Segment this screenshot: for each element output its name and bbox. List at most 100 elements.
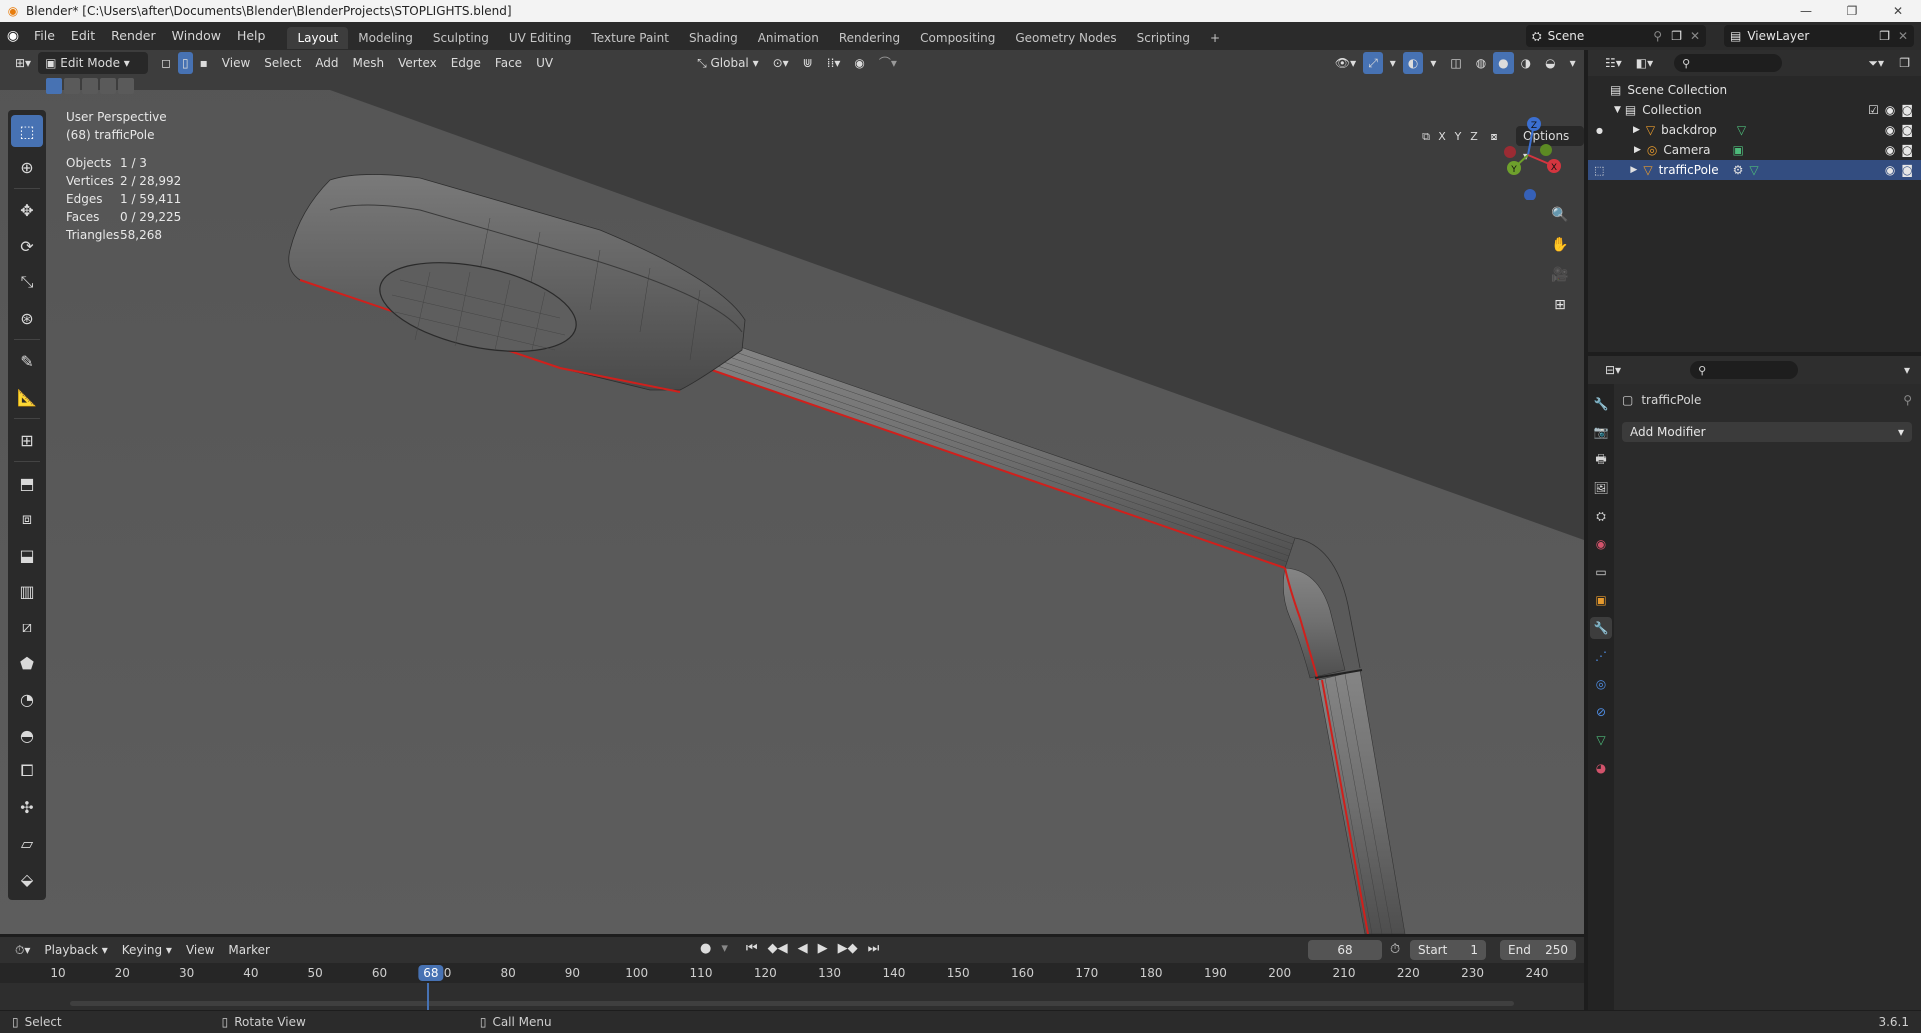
expand-arrow-icon[interactable]: ▼ bbox=[1614, 105, 1621, 115]
inset-tool-icon[interactable]: ⧈ bbox=[11, 503, 43, 535]
transform-orientation[interactable]: ⤡ Global ▾ bbox=[690, 52, 766, 74]
tab-modeling[interactable]: Modeling bbox=[348, 27, 423, 49]
solid-shading-icon[interactable]: ● bbox=[1493, 52, 1514, 74]
camera-render-icon[interactable]: ◙ bbox=[1901, 143, 1913, 157]
gizmo-toggle-icon[interactable]: ⤢ bbox=[1363, 52, 1383, 74]
delete-view-layer-icon[interactable]: ✕ bbox=[1898, 29, 1908, 43]
new-view-layer-icon[interactable]: ❐ bbox=[1879, 29, 1890, 43]
collection-tab-icon[interactable]: ▭ bbox=[1590, 561, 1612, 583]
select-extend-icon[interactable] bbox=[64, 78, 80, 94]
rotate-tool-icon[interactable]: ⟳ bbox=[11, 230, 43, 262]
eye-icon[interactable]: ◉ bbox=[1885, 103, 1895, 117]
camera-render-icon[interactable]: ◙ bbox=[1901, 163, 1913, 177]
timeline-ruler[interactable]: 10 20 30 40 50 60 70 80 90 100 110 120 130 140 150 160 1… bbox=[0, 963, 1584, 983]
eye-icon[interactable]: ◉ bbox=[1885, 163, 1895, 177]
outliner-scene-collection[interactable]: ▤ Scene Collection bbox=[1588, 80, 1921, 100]
face-select-icon[interactable]: ▪ bbox=[193, 52, 215, 74]
annotate-tool-icon[interactable]: ✎ bbox=[11, 345, 43, 377]
prev-keyframe-icon[interactable]: ◆◀ bbox=[768, 941, 788, 956]
add-cube-tool-icon[interactable]: ⊞ bbox=[11, 424, 43, 456]
cursor-tool-icon[interactable]: ⊕ bbox=[11, 151, 43, 183]
axis-y-toggle[interactable]: Y bbox=[1450, 130, 1466, 144]
tab-scripting[interactable]: Scripting bbox=[1127, 27, 1200, 49]
menu-marker[interactable]: Marker bbox=[221, 939, 276, 961]
camera-view-icon[interactable]: 🎥 bbox=[1546, 261, 1574, 289]
menu-window[interactable]: Window bbox=[164, 22, 229, 50]
modifiers-tab-icon[interactable]: 🔧 bbox=[1590, 617, 1612, 639]
exclude-checkbox-icon[interactable]: ☑ bbox=[1868, 103, 1879, 117]
visibility-icon[interactable]: 👁▾ bbox=[1328, 52, 1363, 74]
axis-z-toggle[interactable]: Z bbox=[1466, 130, 1482, 144]
poly-build-tool-icon[interactable]: ⬟ bbox=[11, 647, 43, 679]
outliner-item-camera[interactable]: ▶ ◎ Camera ▣ ◉ ◙ bbox=[1588, 140, 1921, 160]
menu-add[interactable]: Add bbox=[308, 52, 345, 74]
gizmo-menu-icon[interactable]: ▾ bbox=[1383, 52, 1403, 74]
outliner-editor-type-icon[interactable]: ☷▾ bbox=[1598, 52, 1629, 74]
menu-uv[interactable]: UV bbox=[529, 52, 560, 74]
loop-cut-tool-icon[interactable]: ▥ bbox=[11, 575, 43, 607]
properties-options-icon[interactable]: ▾ bbox=[1897, 359, 1917, 381]
rip-tool-icon[interactable]: ⬙ bbox=[11, 863, 43, 895]
transform-tool-icon[interactable]: ⊛ bbox=[11, 302, 43, 334]
spin-tool-icon[interactable]: ◔ bbox=[11, 683, 43, 715]
mode-selector[interactable]: ▣ Edit Mode ▾ bbox=[38, 52, 149, 74]
particles-tab-icon[interactable]: ⋰ bbox=[1590, 645, 1612, 667]
pivot-point-icon[interactable]: ⊙▾ bbox=[766, 52, 796, 74]
shrink-fatten-tool-icon[interactable]: ✣ bbox=[11, 791, 43, 823]
start-frame-field[interactable]: Start 1 bbox=[1410, 940, 1486, 960]
menu-face[interactable]: Face bbox=[488, 52, 529, 74]
tab-geometry-nodes[interactable]: Geometry Nodes bbox=[1005, 27, 1126, 49]
play-icon[interactable]: ▶ bbox=[818, 941, 828, 956]
tab-compositing[interactable]: Compositing bbox=[910, 27, 1005, 49]
jump-end-icon[interactable]: ⏭ bbox=[868, 941, 880, 956]
smooth-tool-icon[interactable]: ◓ bbox=[11, 719, 43, 751]
proportional-edit-icon[interactable]: ◉ bbox=[847, 52, 871, 74]
stopwatch-icon[interactable]: ⏱ bbox=[1390, 942, 1400, 957]
expand-arrow-icon[interactable]: ▶ bbox=[1634, 145, 1641, 155]
restore-button[interactable]: ❐ bbox=[1829, 0, 1875, 22]
keying-menu-icon[interactable]: ▾ bbox=[721, 941, 728, 956]
auto-key-icon[interactable]: ● bbox=[700, 941, 711, 956]
shading-menu-icon[interactable]: ▾ bbox=[1563, 52, 1583, 74]
select-new-icon[interactable] bbox=[46, 78, 62, 94]
pin-icon[interactable]: ⚲ bbox=[1903, 393, 1912, 407]
mirror-icon[interactable]: ⧉ bbox=[1418, 130, 1434, 144]
3d-viewport[interactable]: ⊞▾ ▣ Edit Mode ▾ ◻ ▯ ▪ View Select Add M… bbox=[0, 50, 1584, 934]
physics-tab-icon[interactable]: ◎ bbox=[1590, 673, 1612, 695]
tab-animation[interactable]: Animation bbox=[748, 27, 829, 49]
gizmo-neg-z-handle[interactable] bbox=[1524, 189, 1536, 200]
knife-tool-icon[interactable]: ⧄ bbox=[11, 611, 43, 643]
tab-rendering[interactable]: Rendering bbox=[829, 27, 910, 49]
new-scene-icon[interactable]: ❐ bbox=[1671, 29, 1682, 43]
timeline-track[interactable] bbox=[0, 983, 1584, 1010]
edge-select-icon[interactable]: ▯ bbox=[178, 52, 193, 74]
object-tab-icon[interactable]: ▣ bbox=[1590, 589, 1612, 611]
expand-arrow-icon[interactable]: ▶ bbox=[1630, 165, 1637, 175]
expand-arrow-icon[interactable]: ▶ bbox=[1633, 125, 1640, 135]
snap-icon[interactable]: ⋓ bbox=[796, 52, 820, 74]
ortho-grid-icon[interactable]: ⊞ bbox=[1546, 291, 1574, 319]
play-reverse-icon[interactable]: ◀ bbox=[798, 941, 808, 956]
material-shading-icon[interactable]: ◑ bbox=[1514, 52, 1538, 74]
timeline-scrollbar[interactable] bbox=[70, 1001, 1514, 1006]
shear-tool-icon[interactable]: ▱ bbox=[11, 827, 43, 859]
move-tool-icon[interactable]: ✥ bbox=[11, 194, 43, 226]
scale-tool-icon[interactable]: ⤡ bbox=[11, 266, 43, 298]
overlay-toggle-icon[interactable]: ◐ bbox=[1402, 52, 1424, 74]
tab-uv-editing[interactable]: UV Editing bbox=[499, 27, 582, 49]
menu-render[interactable]: Render bbox=[103, 22, 164, 50]
axis-x-toggle[interactable]: X bbox=[1434, 130, 1450, 144]
select-subtract-icon[interactable] bbox=[82, 78, 98, 94]
edge-slide-tool-icon[interactable]: ⧠ bbox=[11, 755, 43, 787]
outliner-search-input[interactable]: ⚲ bbox=[1674, 54, 1783, 72]
edit-mode-indicator-icon[interactable]: ⬚ bbox=[1594, 164, 1604, 177]
zoom-icon[interactable]: 🔍 bbox=[1546, 201, 1574, 229]
display-mode-icon[interactable]: ◧▾ bbox=[1629, 52, 1660, 74]
tab-texture-paint[interactable]: Texture Paint bbox=[582, 27, 679, 49]
menu-timeline-view[interactable]: View bbox=[179, 939, 221, 961]
jump-start-icon[interactable]: ⏮ bbox=[746, 941, 758, 956]
measure-tool-icon[interactable]: 📐 bbox=[11, 381, 43, 413]
blender-menu-icon[interactable]: ◉ bbox=[0, 22, 26, 50]
add-workspace-icon[interactable]: + bbox=[1200, 27, 1230, 49]
wireframe-shading-icon[interactable]: ◍ bbox=[1469, 52, 1493, 74]
